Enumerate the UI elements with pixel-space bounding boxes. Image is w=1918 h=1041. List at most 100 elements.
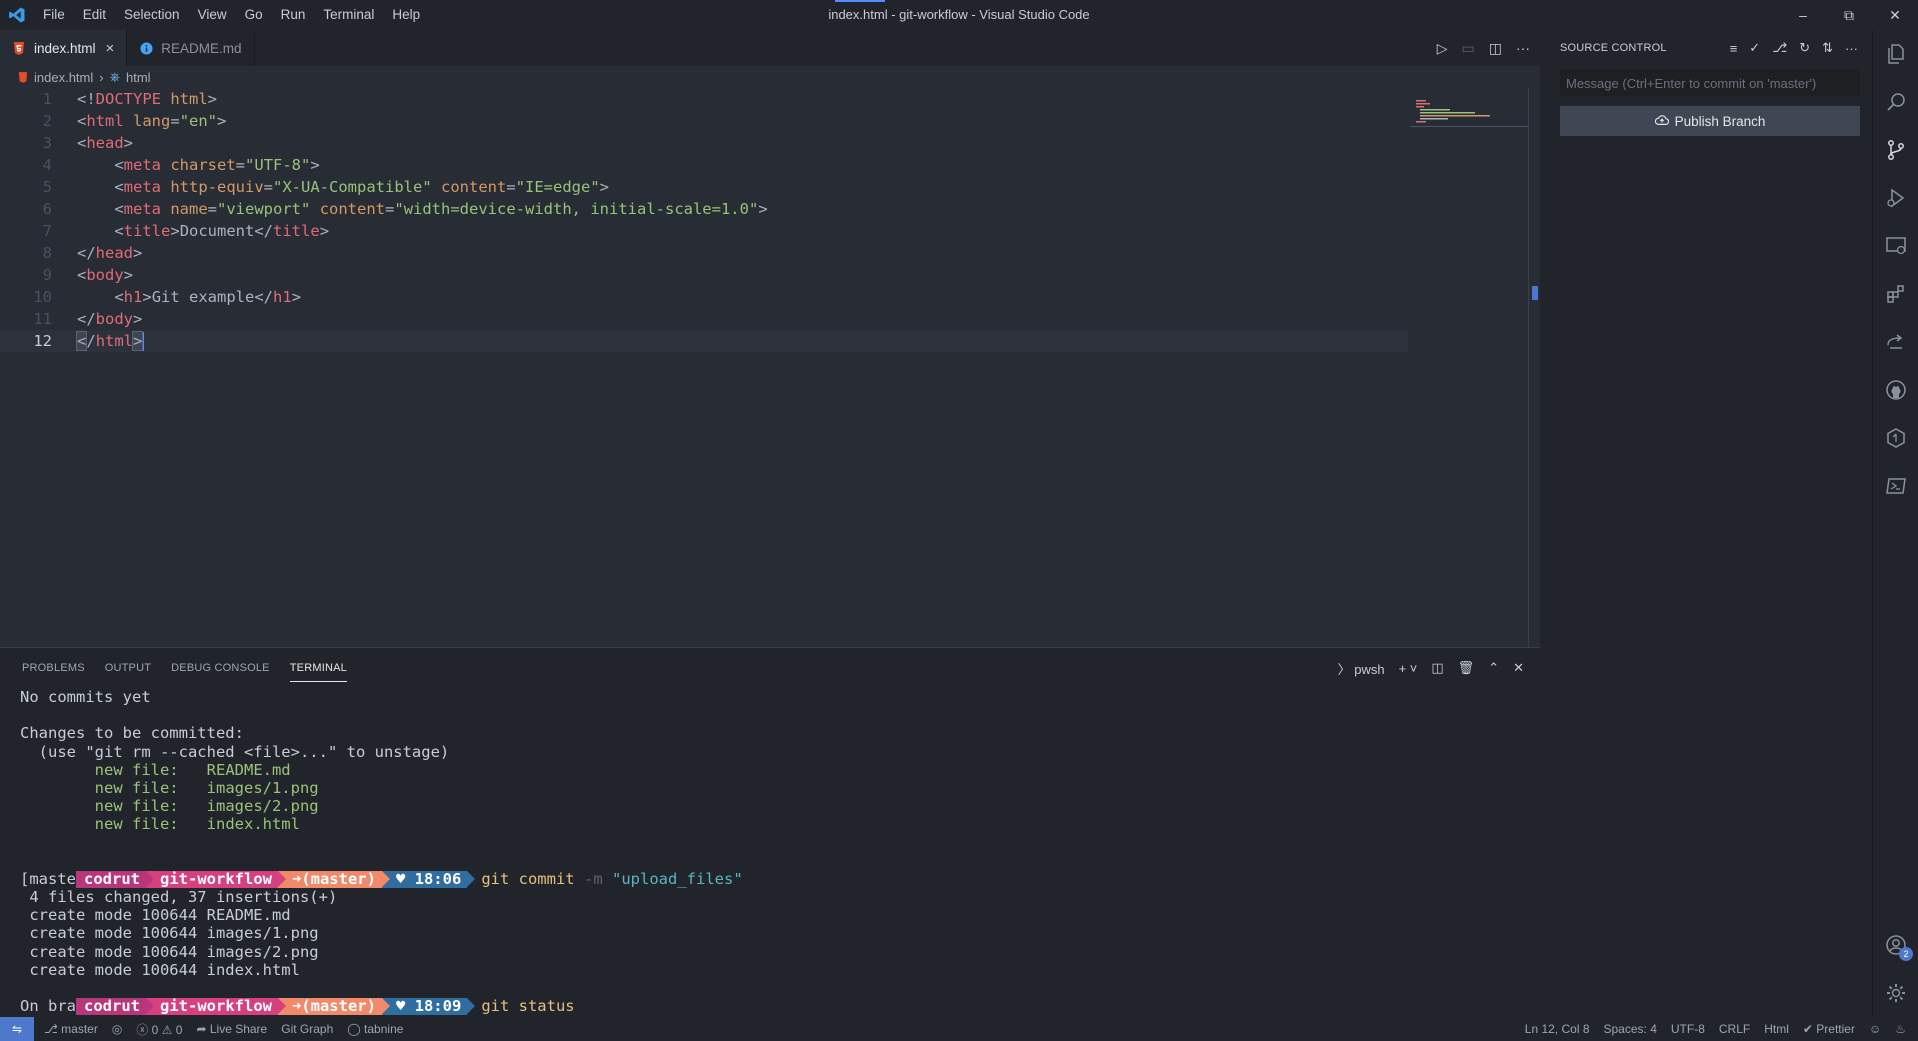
staged-file-line: new file: images/2.png [20, 797, 1520, 815]
line-number: 5 [42, 178, 52, 196]
menu-selection[interactable]: Selection [115, 0, 189, 30]
github-icon[interactable] [1873, 366, 1918, 414]
menu-file[interactable]: File [34, 0, 74, 30]
status-language[interactable]: Html [1764, 1022, 1789, 1036]
menu-view[interactable]: View [189, 0, 236, 30]
staged-file-line: new file: images/1.png [20, 779, 1520, 797]
explorer-icon[interactable] [1873, 30, 1918, 78]
branch-icon[interactable]: ⎇ [1772, 40, 1787, 56]
terminal-output[interactable]: No commits yet Changes to be committed: … [20, 688, 1520, 1018]
more-actions-icon[interactable]: ··· [1516, 40, 1530, 56]
branch-name: master [61, 1022, 98, 1036]
code-text: <head> [77, 134, 134, 152]
open-changes-icon[interactable]: ▭ [1462, 40, 1475, 57]
tab-label: index.html [34, 40, 96, 56]
publish-branch-button[interactable]: Publish Branch [1560, 106, 1860, 136]
status-prettier[interactable]: ✔ Prettier [1803, 1022, 1855, 1036]
code-text: <html lang="en"> [77, 112, 227, 130]
status-tabnine[interactable]: ◯ tabnine [347, 1022, 403, 1036]
line-number: 4 [42, 156, 52, 174]
terminal-shell-selector[interactable]: 〉 pwsh [1338, 659, 1385, 678]
breadcrumb: index.html › ⎈ html [0, 66, 1540, 88]
tabnine-icon: ◯ [347, 1022, 361, 1036]
feedback-icon[interactable]: ☺ [1869, 1022, 1881, 1036]
minimap[interactable] [1410, 88, 1528, 138]
view-as-tree-icon[interactable]: ≡ [1730, 41, 1738, 56]
status-git-graph[interactable]: Git Graph [281, 1022, 333, 1036]
panel-actions: 〉 pwsh + ˅ ◫ 🗑 ⌃ ✕ [1338, 648, 1524, 688]
accounts-icon[interactable]: 2 [1873, 921, 1918, 969]
editor-actions: ▷ ▭ ◫ ··· [1437, 30, 1530, 66]
remote-indicator-icon[interactable]: ⇋ [0, 1017, 34, 1041]
pull-request-icon[interactable]: ⇅ [1822, 40, 1833, 56]
restore-icon[interactable]: ⧉ [1826, 0, 1872, 30]
tab-output[interactable]: OUTPUT [95, 648, 161, 688]
tab-debug-console[interactable]: DEBUG CONSOLE [161, 648, 280, 688]
status-problems[interactable]: ⓧ 0 ⚠ 0 [136, 1021, 182, 1038]
close-panel-icon[interactable]: ✕ [1513, 660, 1524, 676]
code-text: <h1>Git example</h1> [114, 288, 302, 306]
menu-edit[interactable]: Edit [74, 0, 115, 30]
code-text: <meta charset="UTF-8"> [114, 156, 320, 174]
gear-icon[interactable] [1873, 969, 1918, 1017]
breadcrumb-symbol[interactable]: html [126, 70, 151, 85]
staged-file-line: new file: README.md [20, 761, 1520, 779]
split-editor-icon[interactable]: ◫ [1489, 40, 1502, 57]
split-terminal-icon[interactable]: ◫ [1431, 660, 1443, 676]
gitlens-icon[interactable] [1873, 414, 1918, 462]
new-terminal-icon[interactable]: + ˅ [1399, 661, 1418, 676]
prompt-time: ♥ 18:06 [381, 870, 476, 888]
close-window-icon[interactable]: ✕ [1872, 0, 1918, 30]
source-control-icon[interactable] [1873, 126, 1918, 174]
menu-go[interactable]: Go [236, 0, 272, 30]
refresh-icon[interactable]: ↻ [1799, 40, 1810, 56]
code-line-current: 12 </html> [0, 330, 1408, 352]
close-icon[interactable]: × [106, 40, 115, 57]
code-line: 5 <meta http-equiv="X-UA-Compatible" con… [0, 176, 1410, 198]
status-branch[interactable]: ⎇ master [44, 1022, 98, 1036]
terminal-line: (use "git rm --cached <file>..." to unst… [20, 742, 450, 761]
editor-scrollbar[interactable] [1528, 88, 1540, 673]
code-editor[interactable]: 1 <!DOCTYPE html> 2 <html lang="en"> 3 <hea… [0, 88, 1410, 588]
terminal-line: create mode 100644 images/2.png [20, 942, 319, 961]
status-live-share[interactable]: ➦ Live Share [196, 1022, 267, 1036]
tab-problems[interactable]: PROBLEMS [12, 648, 95, 688]
code-text: <meta http-equiv="X-UA-Compatible" conte… [114, 178, 610, 196]
status-left: ⎇ master ◎ ⓧ 0 ⚠ 0 ➦ Live Share Git Grap… [34, 1021, 403, 1038]
live-share-icon[interactable] [1873, 318, 1918, 366]
status-position[interactable]: Ln 12, Col 8 [1525, 1022, 1590, 1036]
maximize-panel-icon[interactable]: ⌃ [1488, 660, 1499, 676]
notifications-bell-icon[interactable]: ♨ [1895, 1022, 1906, 1036]
prompt: codrut git-workflow ➜(master) ♥ 18:06 [76, 870, 476, 888]
prompt-user: codrut [76, 870, 154, 888]
extensions-icon[interactable] [1873, 270, 1918, 318]
commit-message-input[interactable] [1560, 70, 1860, 96]
code-line: 4 <meta charset="UTF-8"> [0, 154, 1410, 176]
code-line: 6 <meta name="viewport" content="width=d… [0, 198, 1410, 220]
run-icon[interactable]: ▷ [1437, 40, 1448, 57]
status-spaces[interactable]: Spaces: 4 [1604, 1022, 1657, 1036]
menu-terminal[interactable]: Terminal [314, 0, 383, 30]
code-line: 8 </head> [0, 242, 1410, 264]
more-actions-icon[interactable]: ··· [1845, 41, 1858, 56]
powershell-icon[interactable] [1873, 462, 1918, 510]
code-line: 2 <html lang="en"> [0, 110, 1410, 132]
live-share-label: Live Share [209, 1022, 268, 1036]
menu-run[interactable]: Run [272, 0, 315, 30]
tab-readme-md[interactable]: README.md [127, 30, 255, 66]
tab-index-html[interactable]: index.html × [0, 30, 128, 66]
panel-tabs: PROBLEMS OUTPUT DEBUG CONSOLE TERMINAL [0, 648, 1540, 688]
remote-explorer-icon[interactable] [1873, 222, 1918, 270]
menu-help[interactable]: Help [383, 0, 429, 30]
run-debug-icon[interactable] [1873, 174, 1918, 222]
status-encoding[interactable]: UTF-8 [1671, 1022, 1705, 1036]
breadcrumb-file[interactable]: index.html [34, 70, 93, 85]
sync-icon[interactable]: ◎ [112, 1022, 122, 1036]
search-icon[interactable] [1873, 78, 1918, 126]
line-number: 10 [33, 288, 52, 306]
tab-terminal[interactable]: TERMINAL [280, 648, 357, 688]
commit-check-icon[interactable]: ✓ [1749, 40, 1760, 56]
trash-icon[interactable]: 🗑 [1458, 660, 1475, 676]
minimize-icon[interactable]: – [1780, 0, 1826, 30]
status-eol[interactable]: CRLF [1719, 1022, 1750, 1036]
